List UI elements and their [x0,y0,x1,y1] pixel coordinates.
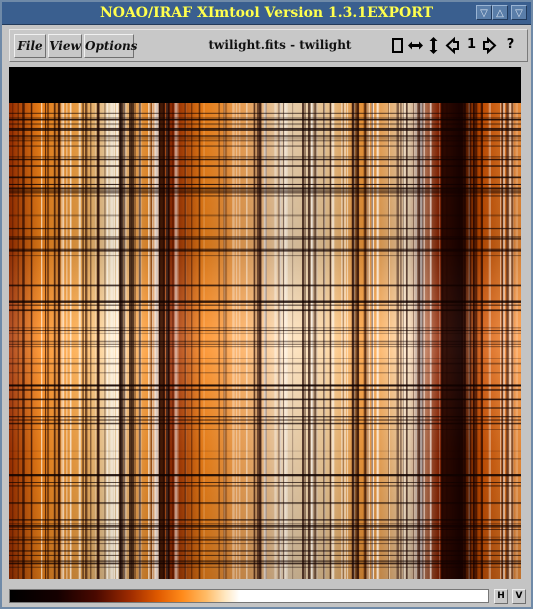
frame-number: 1 [466,37,477,52]
image-title: twilight.fits - twilight [208,38,352,52]
colorbar-gradient [10,590,488,602]
fit-frame-icon[interactable] [389,36,406,55]
maximize-button[interactable]: △ [492,5,508,20]
ccd-image[interactable] [9,67,521,579]
minimize-button[interactable]: ▽ [476,5,492,20]
options-menu-button[interactable]: Options [84,34,137,58]
image-display[interactable] [9,67,521,579]
colorbar[interactable] [9,589,489,603]
title-bar[interactable]: NOAO/IRAF XImtool Version 1.3.1EXPORT ▽ … [2,2,531,25]
view-menu-button[interactable]: View [48,34,82,58]
shade-button[interactable]: ▽ [511,5,527,20]
toolbar: File View Options twilight.fits - twilig… [9,29,528,62]
file-menu-button[interactable]: File [14,34,46,58]
next-frame-icon[interactable] [481,36,498,55]
horizontal-arrows-icon[interactable] [407,36,424,55]
colorbar-h-button[interactable]: H [494,589,508,604]
help-button[interactable]: ? [502,36,519,55]
colorbar-v-button[interactable]: V [512,589,526,604]
window-title: NOAO/IRAF XImtool Version 1.3.1EXPORT [99,5,434,21]
vertical-arrows-icon[interactable] [425,36,442,55]
previous-frame-icon[interactable] [444,36,461,55]
ximtool-window: NOAO/IRAF XImtool Version 1.3.1EXPORT ▽ … [0,0,533,609]
